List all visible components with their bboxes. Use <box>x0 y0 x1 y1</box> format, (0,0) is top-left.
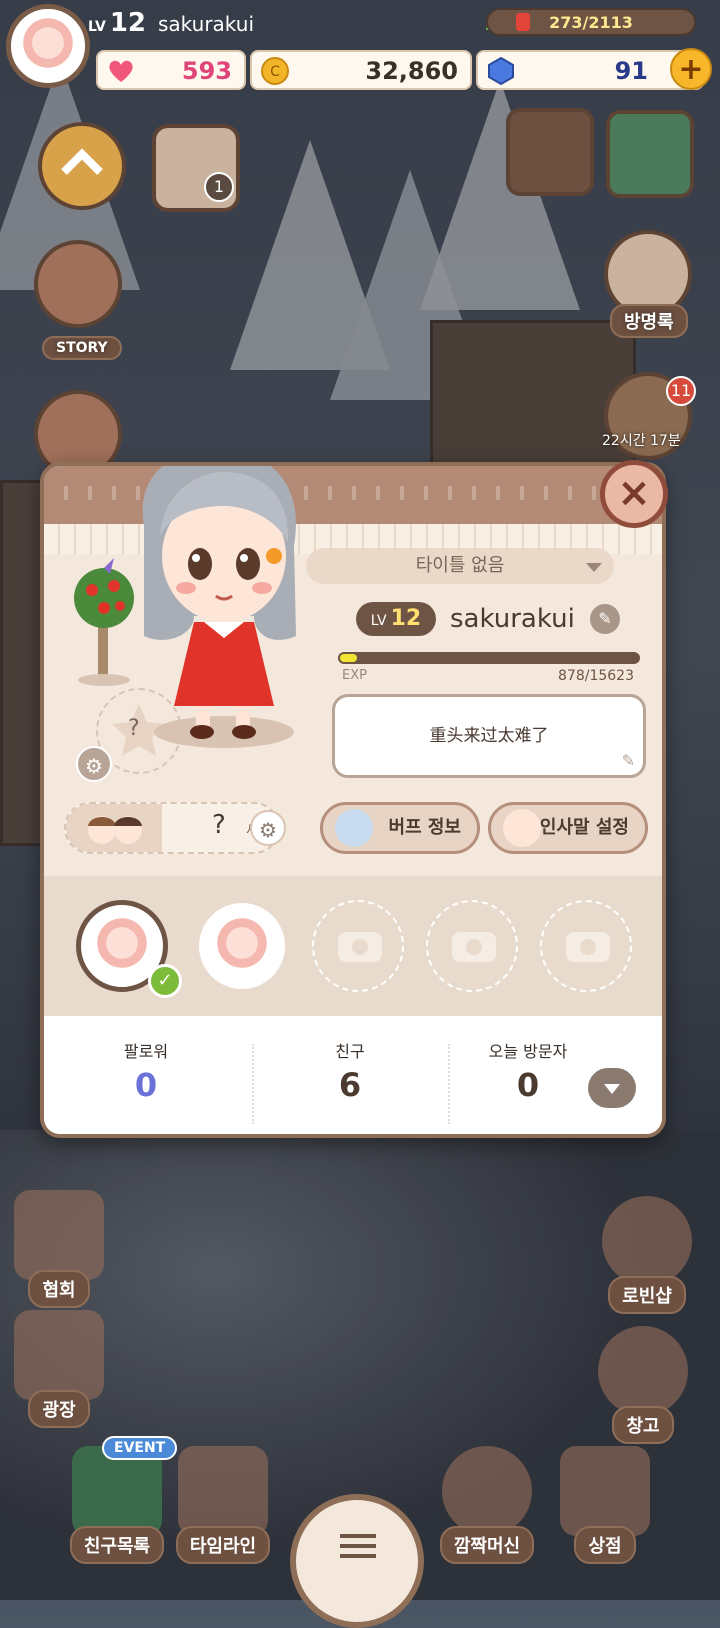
profile-photo-2[interactable] <box>196 900 288 992</box>
add-photo-slot[interactable] <box>426 900 518 992</box>
edit-name-pencil-icon[interactable]: ✎ <box>590 604 620 634</box>
shop-icon <box>560 1446 650 1536</box>
camera-icon <box>452 932 496 962</box>
buff-icon <box>335 809 373 847</box>
level-up-button[interactable] <box>38 122 126 210</box>
check-icon: ✓ <box>148 964 182 998</box>
greeting-settings-button[interactable]: 인사말 설정 <box>488 802 648 854</box>
camera-icon <box>338 932 382 962</box>
robin-shop-button[interactable]: 로빈샵 <box>588 1196 706 1314</box>
main-menu-button[interactable] <box>290 1494 424 1628</box>
followers-stat[interactable]: 팔로워 0 <box>46 1038 246 1104</box>
partner-slot[interactable]: ? 세 <box>64 802 280 854</box>
menu-icon <box>340 1534 376 1538</box>
plaza-button[interactable]: 광장 <box>0 1310 118 1428</box>
calendar-badge: 1 <box>204 172 234 202</box>
chevron-down-icon <box>586 563 602 572</box>
exp-value: 878/15623 <box>558 668 634 684</box>
coins-counter[interactable]: C 32,860 <box>250 50 472 90</box>
gift-badge: 11 <box>666 376 696 406</box>
heart-icon <box>109 60 133 82</box>
friend-list-button[interactable]: 친구목록 <box>58 1446 176 1564</box>
greeting-message[interactable]: 重头来过太难了 ✎ <box>332 694 646 778</box>
robin-shop-icon <box>602 1196 692 1286</box>
story-label: STORY <box>42 336 122 360</box>
gem-icon <box>488 56 514 86</box>
couple-icon <box>66 804 162 852</box>
storage-button[interactable]: 창고 <box>584 1326 702 1444</box>
add-photo-slot[interactable] <box>540 900 632 992</box>
profile-name: sakurakui <box>450 604 575 634</box>
gear-icon[interactable]: ⚙ <box>76 746 112 782</box>
profile-modal: ? ⚙ 타이틀 없음 LV 12 sakurakui ✎ EXP 878/1562… <box>40 462 666 1138</box>
plaza-icon <box>14 1310 104 1400</box>
build-button[interactable] <box>606 110 694 198</box>
storage-icon <box>598 1326 688 1416</box>
gift-timer: 22시간 17분 <box>602 433 681 449</box>
title-dropdown[interactable]: 타이틀 없음 <box>306 548 614 584</box>
shop-button[interactable]: 상점 <box>546 1446 664 1564</box>
profile-photo-strip: ✓ <box>44 876 662 1016</box>
player-character <box>142 466 296 748</box>
add-photo-slot[interactable] <box>312 900 404 992</box>
profile-stats: 팔로워 0 친구 6 오늘 방문자 0 <box>44 1016 662 1134</box>
story-button[interactable] <box>34 240 122 328</box>
association-icon <box>14 1190 104 1280</box>
gacha-machine-icon <box>442 1446 532 1536</box>
camera-icon <box>566 932 610 962</box>
association-button[interactable]: 협회 <box>0 1190 118 1308</box>
visitors-dropdown-button[interactable] <box>588 1068 636 1108</box>
buff-info-button[interactable]: 버프 정보 <box>320 802 480 854</box>
exp-bar <box>338 652 640 664</box>
partner-gear-icon[interactable]: ⚙ <box>250 810 286 846</box>
guestbook-label: 방명록 <box>610 304 688 338</box>
timeline-button[interactable]: 타임라인 <box>164 1446 282 1564</box>
buy-gems-button[interactable]: + <box>670 48 712 90</box>
player-level: LV 12 <box>88 8 147 38</box>
friends-stat[interactable]: 친구 6 <box>250 1038 450 1104</box>
player-name: sakurakui <box>158 12 254 36</box>
profile-level-badge: LV 12 <box>356 602 436 636</box>
coin-icon: C <box>261 57 289 85</box>
timeline-icon <box>178 1446 268 1536</box>
close-button[interactable]: × <box>600 460 668 528</box>
edit-greeting-pencil-icon[interactable]: ✎ <box>622 753 635 769</box>
partner-mark: ? <box>212 810 226 840</box>
decorate-button[interactable] <box>506 108 594 196</box>
hearts-counter[interactable]: 593 <box>96 50 246 90</box>
greeting-face-icon <box>503 809 541 847</box>
energy-bar: 273/2113 <box>486 8 696 36</box>
surprise-machine-button[interactable]: 깜짝머신 <box>428 1446 546 1564</box>
exp-label: EXP <box>342 668 367 683</box>
svg-text:C: C <box>270 64 280 80</box>
player-avatar[interactable] <box>6 4 90 88</box>
chevron-up-icon <box>61 148 103 175</box>
